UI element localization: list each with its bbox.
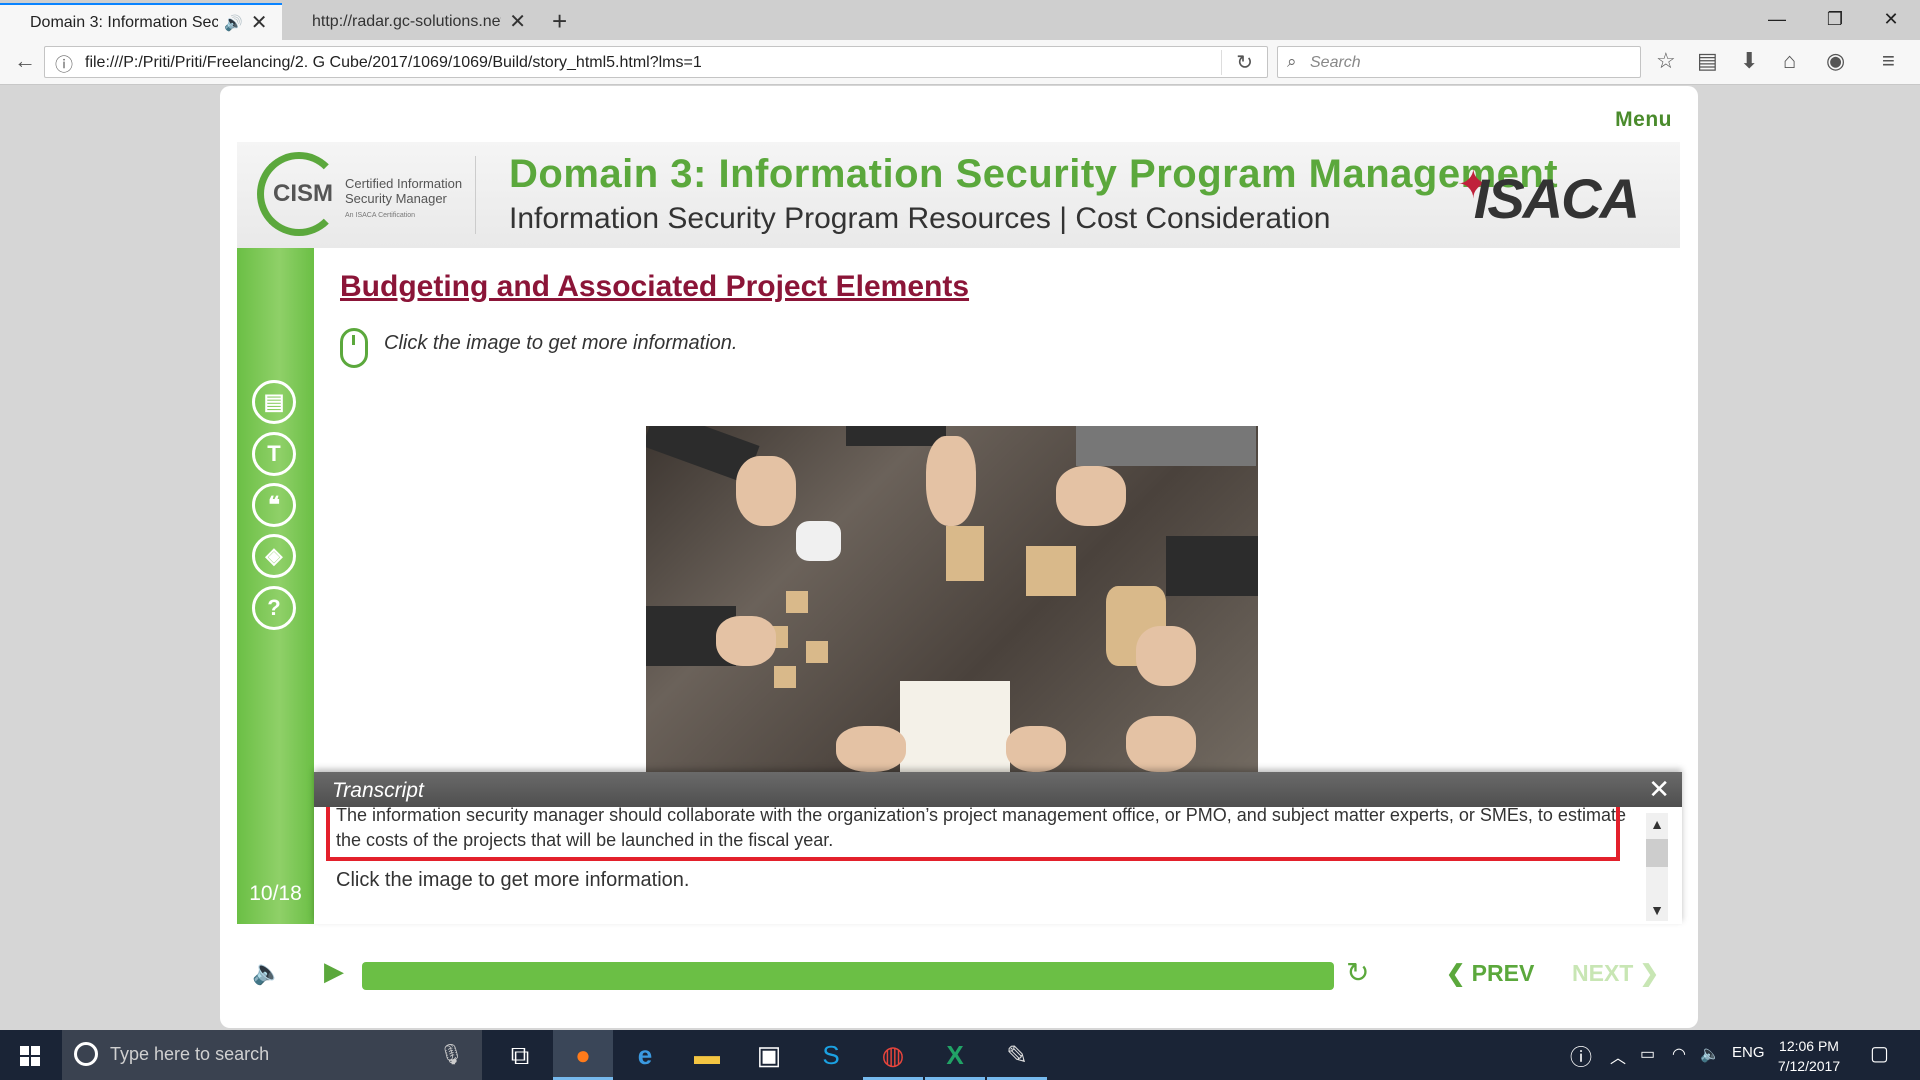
cortana-icon xyxy=(74,1042,98,1066)
seek-bar-fill xyxy=(362,962,1334,990)
browser-toolbar: ← ⓘ file:///P:/Priti/Priti/Freelancing/2… xyxy=(0,40,1920,85)
notes-button[interactable]: ▤ xyxy=(252,380,296,424)
firefox-icon[interactable]: ● xyxy=(553,1030,613,1080)
pocket-icon[interactable]: ◉ xyxy=(1826,48,1845,74)
browser-search-field[interactable]: ⌕ Search xyxy=(1277,46,1641,78)
course-player: Menu CISM Certified Information Security… xyxy=(220,86,1698,1028)
seek-bar[interactable] xyxy=(362,962,1334,990)
search-placeholder: Search xyxy=(1310,54,1361,71)
scroll-up-arrow-icon[interactable]: ▲ xyxy=(1646,813,1668,835)
restore-button[interactable]: ❐ xyxy=(1812,4,1858,34)
slide-title: Budgeting and Associated Project Element… xyxy=(340,270,970,303)
transcript-title: Transcript xyxy=(332,779,424,802)
task-view-icon[interactable]: ⧉ xyxy=(490,1030,550,1080)
minimize-button[interactable]: — xyxy=(1754,4,1800,34)
banner-divider xyxy=(475,156,476,234)
clock[interactable]: 12:06 PM 7/12/2017 xyxy=(1774,1036,1844,1076)
next-label: NEXT xyxy=(1572,960,1634,986)
menu-button[interactable]: Menu xyxy=(1615,108,1672,132)
home-icon[interactable]: ⌂ xyxy=(1783,48,1796,74)
transcript-body[interactable]: The information security manager should … xyxy=(314,807,1682,924)
store-icon[interactable]: ▣ xyxy=(739,1030,799,1080)
prev-button[interactable]: ❮ PREV xyxy=(1446,960,1534,987)
reload-icon[interactable]: ↻ xyxy=(1221,50,1253,75)
transcript-scrollbar[interactable]: ▲ ▼ xyxy=(1646,813,1668,921)
next-button[interactable]: NEXT ❯ xyxy=(1572,960,1659,987)
info-icon[interactable]: ⓘ xyxy=(55,51,73,77)
tab-domain-3[interactable]: Domain 3: Information Secu 🔊 ✕ xyxy=(0,3,282,40)
cism-logo-text: CISM xyxy=(273,180,333,207)
isaca-logo: ISACA xyxy=(1473,167,1640,230)
replay-icon[interactable]: ↻ xyxy=(1346,956,1369,989)
speaker-icon[interactable]: 🔊 xyxy=(224,14,243,32)
language-indicator[interactable]: ENG xyxy=(1732,1044,1765,1061)
file-explorer-icon[interactable]: ▬ xyxy=(677,1030,737,1080)
url-text[interactable]: file:///P:/Priti/Priti/Freelancing/2. G … xyxy=(85,54,702,72)
chrome-icon[interactable]: ◍ xyxy=(863,1030,923,1080)
slide-instruction: Click the image to get more information. xyxy=(384,332,738,354)
excel-icon[interactable]: X xyxy=(925,1030,985,1080)
resources-button[interactable]: ◈ xyxy=(252,534,296,578)
taskbar-search-box[interactable]: Type here to search 🎙 xyxy=(62,1030,482,1080)
microphone-icon[interactable]: 🎙 xyxy=(439,1042,464,1067)
start-button[interactable] xyxy=(0,1030,60,1080)
close-tab-icon[interactable]: ✕ xyxy=(509,9,526,34)
battery-icon[interactable]: ▭ xyxy=(1640,1044,1655,1064)
help-tray-icon[interactable]: ⓘ xyxy=(1570,1040,1592,1072)
cism-logo-subtitle: Certified Information Security Manager xyxy=(345,176,463,206)
course-title: Domain 3: Information Security Program M… xyxy=(509,152,1559,196)
mouse-icon xyxy=(340,328,368,368)
transcript-paragraph: Click the image to get more information. xyxy=(336,869,690,891)
course-subtitle: Information Security Program Resources |… xyxy=(509,202,1331,235)
skype-icon[interactable]: S xyxy=(801,1030,861,1080)
teamwork-puzzle-image[interactable] xyxy=(646,426,1258,772)
taskbar-search-placeholder: Type here to search xyxy=(110,1044,270,1064)
reading-list-icon[interactable]: ▤ xyxy=(1697,48,1718,74)
clock-date: 7/12/2017 xyxy=(1777,1058,1841,1074)
cism-logo-tagline: An ISACA Certification xyxy=(345,212,416,219)
show-hidden-icons-icon[interactable]: ︿ xyxy=(1610,1044,1626,1068)
close-transcript-icon[interactable]: ✕ xyxy=(1648,774,1670,805)
url-bar[interactable]: ⓘ file:///P:/Priti/Priti/Freelancing/2. … xyxy=(44,46,1268,78)
bookmark-star-icon[interactable]: ☆ xyxy=(1656,48,1676,74)
volume-tray-icon[interactable]: 🔈 xyxy=(1700,1044,1720,1064)
tab-title: http://radar.gc-solutions.net/ope xyxy=(312,12,501,30)
scroll-thumb[interactable] xyxy=(1646,839,1668,867)
play-icon[interactable]: ▶ xyxy=(324,956,344,987)
new-tab-button[interactable]: + xyxy=(552,6,567,37)
search-icon: ⌕ xyxy=(1287,52,1297,71)
scroll-down-arrow-icon[interactable]: ▼ xyxy=(1646,899,1668,921)
transcript-button[interactable]: T xyxy=(252,432,296,476)
slide-counter: 10/18 xyxy=(249,882,302,905)
course-banner: CISM Certified Information Security Mana… xyxy=(237,142,1680,248)
clock-time: 12:06 PM xyxy=(1779,1038,1839,1054)
back-arrow-icon[interactable]: ← xyxy=(14,48,36,74)
close-tab-icon[interactable]: ✕ xyxy=(251,10,268,35)
hamburger-menu-icon[interactable]: ≡ xyxy=(1882,48,1895,74)
paint-icon[interactable]: ✎ xyxy=(987,1030,1047,1080)
tab-radar[interactable]: http://radar.gc-solutions.net/ope ✕ xyxy=(282,3,538,40)
help-button[interactable]: ? xyxy=(252,586,296,630)
windows-taskbar: Type here to search 🎙 ⧉ ● e ▬ ▣ S ◍ X ✎ … xyxy=(0,1030,1920,1080)
close-window-button[interactable]: ✕ xyxy=(1868,4,1914,34)
side-toolbar: ▤ T ❝ ◈ ? 10/18 xyxy=(237,248,314,924)
wifi-icon[interactable]: ◠ xyxy=(1672,1044,1686,1064)
browser-tab-bar: Domain 3: Information Secu 🔊 ✕ http://ra… xyxy=(0,0,1920,40)
tab-title: Domain 3: Information Secu xyxy=(30,13,218,31)
transcript-header: Transcript ✕ xyxy=(314,772,1682,807)
edge-icon[interactable]: e xyxy=(615,1030,675,1080)
windows-logo-icon xyxy=(20,1046,29,1055)
volume-icon[interactable]: 🔈 xyxy=(252,958,282,987)
slide-content: Budgeting and Associated Project Element… xyxy=(314,248,1680,862)
playback-controls: 🔈 ▶ ↻ ❮ PREV NEXT ❯ xyxy=(220,948,1698,1004)
prev-label: PREV xyxy=(1471,960,1535,986)
download-icon[interactable]: ⬇ xyxy=(1740,48,1758,74)
quote-button[interactable]: ❝ xyxy=(252,483,296,527)
highlight-annotation xyxy=(326,807,1620,861)
action-center-icon[interactable]: ▢ xyxy=(1870,1041,1889,1066)
transcript-panel: Transcript ✕ The information security ma… xyxy=(314,772,1682,924)
